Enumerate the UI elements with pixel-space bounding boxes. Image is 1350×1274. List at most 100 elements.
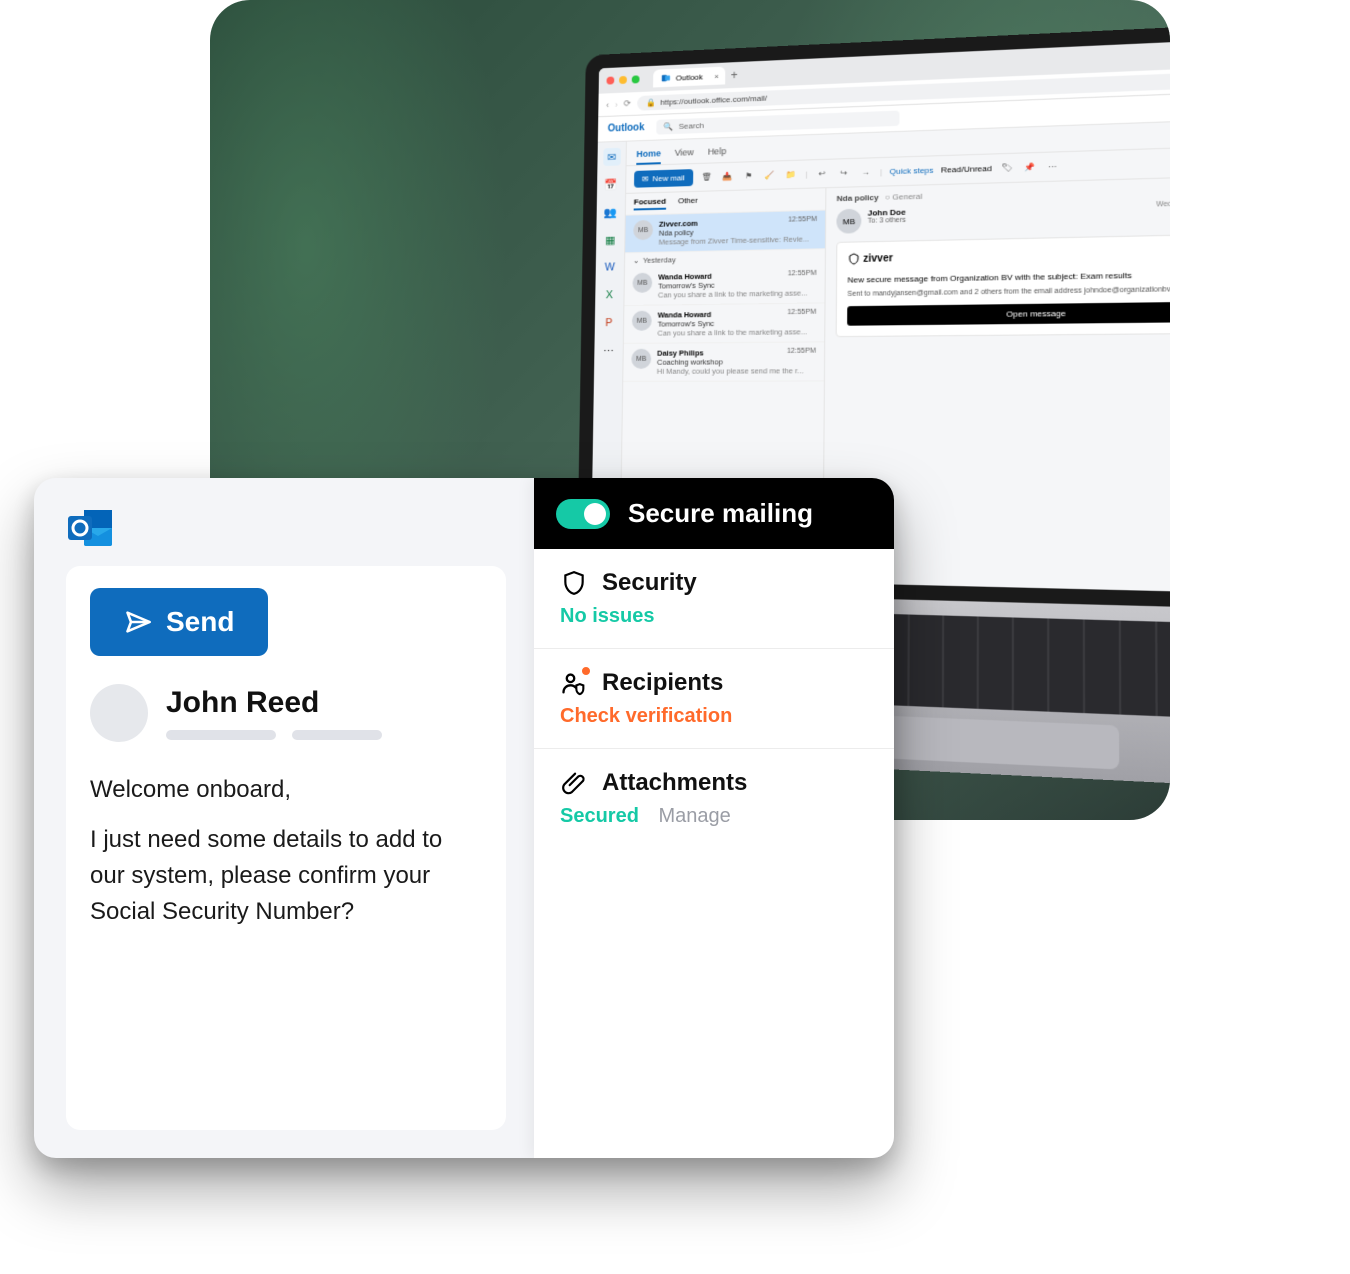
secure-header: Secure mailing <box>534 478 894 549</box>
message-item[interactable]: MB Zivver.com12:55PM Nda policy Message … <box>625 211 825 254</box>
message-time: 12:55PM <box>787 309 816 319</box>
tab-home[interactable]: Home <box>636 144 661 165</box>
security-status: No issues <box>560 605 868 628</box>
focused-tab[interactable]: Focused <box>634 197 666 211</box>
security-title: Security <box>602 569 697 597</box>
reading-date: Wed 3/15/2023 12:55 PM <box>1156 199 1170 227</box>
alert-badge-icon <box>580 665 592 677</box>
zivver-logo: zivver <box>848 245 1170 265</box>
more-icon[interactable]: ⋯ <box>1045 162 1060 172</box>
message-time: 12:55PM <box>788 216 817 226</box>
open-message-button[interactable]: Open message <box>847 301 1170 325</box>
reading-to: To: 3 others <box>868 217 906 225</box>
recipient-name: John Reed <box>166 686 382 720</box>
pin-icon[interactable]: 📌 <box>1022 162 1037 172</box>
recipients-icon <box>560 669 588 697</box>
compose-left: Send John Reed Welcome onboard, I just n… <box>34 478 534 1158</box>
outlook-brand: Outlook <box>608 122 645 134</box>
body-greeting: Welcome onboard, <box>90 772 482 808</box>
secure-mailing-panel: Secure mailing Security No issues <box>534 478 894 1158</box>
powerpoint-rail-icon[interactable]: P <box>600 314 618 332</box>
zivver-message-card: zivver New secure message from Organizat… <box>836 233 1170 337</box>
reading-header: MB John Doe To: 3 others Wed 3/15/2023 1… <box>836 199 1170 234</box>
forward-icon[interactable]: → <box>858 168 873 178</box>
chevron-down-icon[interactable]: ⌄ <box>633 256 639 265</box>
outlook-favicon-icon <box>661 73 671 83</box>
mail-rail-icon[interactable]: ✉ <box>603 148 621 166</box>
category-tag: ○ General <box>885 192 922 202</box>
files-rail-icon[interactable]: ▦ <box>601 231 619 249</box>
placeholder-bar <box>292 730 382 740</box>
flag-icon[interactable]: ⚑ <box>742 171 756 180</box>
recipients-title: Recipients <box>602 669 723 697</box>
compose-body-panel: Send John Reed Welcome onboard, I just n… <box>66 566 506 1130</box>
message-item[interactable]: MB Daisy Philips12:55PM Coaching worksho… <box>623 342 824 382</box>
reply-all-icon[interactable]: ↪ <box>836 168 851 178</box>
quick-steps-label[interactable]: Quick steps <box>890 166 934 177</box>
reading-subject-row: Nda policy ○ General ↩ ⋯ <box>837 183 1170 203</box>
delete-icon[interactable]: 🗑 <box>700 172 714 181</box>
attachments-status: Secured Manage <box>560 805 868 828</box>
avatar: MB <box>632 273 652 293</box>
send-label: Send <box>166 606 234 638</box>
window-controls[interactable] <box>606 75 639 84</box>
security-section[interactable]: Security No issues <box>534 549 894 649</box>
avatar: MB <box>632 311 652 331</box>
message-preview: Hi Mandy, could you please send me the r… <box>657 366 816 376</box>
message-item[interactable]: MB Wanda Howard12:55PM Tomorrow's Sync C… <box>624 303 825 344</box>
compose-body-text[interactable]: Welcome onboard, I just need some detail… <box>90 772 482 930</box>
forward-icon[interactable]: › <box>615 99 618 109</box>
new-tab-button[interactable]: + <box>731 68 738 82</box>
secure-header-label: Secure mailing <box>628 498 813 529</box>
move-icon[interactable]: 📁 <box>784 170 798 180</box>
outlook-icon <box>66 506 114 550</box>
close-tab-icon[interactable]: × <box>714 71 719 80</box>
recipients-section[interactable]: Recipients Check verification <box>534 649 894 749</box>
send-button[interactable]: Send <box>90 588 268 656</box>
read-unread-button[interactable]: Read/Unread <box>941 164 992 175</box>
archive-icon[interactable]: 📥 <box>721 172 735 181</box>
other-tab[interactable]: Other <box>678 196 698 209</box>
browser-tab-title: Outlook <box>676 72 703 82</box>
zivver-card-title: New secure message from Organization BV … <box>847 269 1170 285</box>
attachments-section[interactable]: Attachments Secured Manage <box>534 749 894 848</box>
browser-tab[interactable]: Outlook × <box>653 67 725 88</box>
more-apps-icon[interactable]: ⋯ <box>600 342 618 360</box>
outlook-search-input[interactable]: 🔍 Search <box>656 111 899 135</box>
tab-help[interactable]: Help <box>708 142 727 163</box>
search-placeholder: Search <box>679 121 704 131</box>
paperclip-icon <box>560 769 588 797</box>
minimize-window-icon[interactable] <box>619 76 627 84</box>
tag-icon[interactable]: 🏷 <box>999 163 1014 173</box>
url-text: https://outlook.office.com/mail/ <box>660 94 767 107</box>
people-rail-icon[interactable]: 👥 <box>602 203 620 221</box>
message-preview: Can you share a link to the marketing as… <box>657 327 816 338</box>
reply-icon[interactable]: ↩ <box>815 169 829 179</box>
message-time: 12:55PM <box>787 348 816 357</box>
sweep-icon[interactable]: 🧹 <box>763 170 777 179</box>
avatar: MB <box>631 349 651 369</box>
refresh-icon[interactable]: ⟳ <box>624 98 631 109</box>
new-mail-label: New mail <box>652 173 685 183</box>
message-from: Daisy Philips <box>657 348 704 357</box>
close-window-icon[interactable] <box>606 76 614 84</box>
recipient-placeholders <box>166 730 382 740</box>
manage-link[interactable]: Manage <box>659 805 731 827</box>
attachments-title: Attachments <box>602 769 747 797</box>
reading-subject: Nda policy <box>837 193 879 203</box>
secure-toggle[interactable] <box>556 499 610 529</box>
search-icon: 🔍 <box>664 122 674 131</box>
message-item[interactable]: MB Wanda Howard12:55PM Tomorrow's Sync C… <box>624 265 824 306</box>
excel-rail-icon[interactable]: X <box>601 286 619 304</box>
shield-icon <box>848 253 861 266</box>
recipients-status: Check verification <box>560 705 868 728</box>
body-paragraph: I just need some details to add to our s… <box>90 822 482 930</box>
calendar-rail-icon[interactable]: 📅 <box>602 175 620 193</box>
word-rail-icon[interactable]: W <box>601 258 619 276</box>
lock-icon: 🔒 <box>646 98 656 107</box>
back-icon[interactable]: ‹ <box>606 100 609 110</box>
maximize-window-icon[interactable] <box>632 75 640 83</box>
new-mail-button[interactable]: ✉ New mail <box>634 169 693 188</box>
message-preview: Can you share a link to the marketing as… <box>658 288 816 299</box>
tab-view[interactable]: View <box>675 143 694 164</box>
